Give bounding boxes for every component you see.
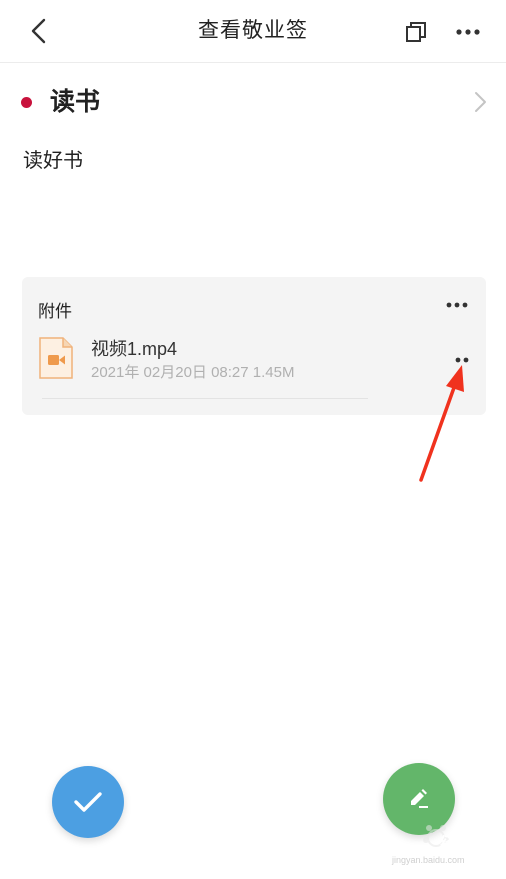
video-file-icon xyxy=(39,337,73,379)
watermark-text: 经验 xyxy=(440,835,473,852)
attachment-meta: 2021年 02月20日 08:27 1.45M xyxy=(91,364,295,381)
attachment-item[interactable]: 视频1.mp4 2021年 02月20日 08:27 1.45M xyxy=(22,329,486,389)
attachments-card: 附件 视频1.mp4 2021年 02月20日 08:27 1.45M xyxy=(22,277,486,415)
more-horizontal-icon xyxy=(446,302,468,308)
copy-icon xyxy=(406,22,426,42)
attachments-more-button[interactable] xyxy=(442,295,472,315)
category-dot xyxy=(21,97,32,108)
check-icon xyxy=(74,792,102,812)
page-title: 查看敬业签 xyxy=(198,19,308,42)
more-horizontal-icon xyxy=(456,29,480,35)
note-view-screen: 查看敬业签 读书 读好书 附件 视频1.mp4 2021年 02月20日 08:… xyxy=(0,0,506,879)
more-dots-icon xyxy=(455,357,469,363)
attachments-header: 附件 xyxy=(38,302,72,321)
header-bar: 查看敬业签 xyxy=(0,0,506,63)
note-body[interactable]: 读好书 xyxy=(23,146,83,176)
note-title-row[interactable]: 读书 xyxy=(0,80,506,126)
divider xyxy=(42,398,368,399)
chevron-right-icon xyxy=(475,92,486,112)
watermark-url: jingyan.baidu.com xyxy=(392,855,465,865)
note-title: 读书 xyxy=(50,88,101,116)
attachment-filename: 视频1.mp4 xyxy=(91,339,178,359)
attachment-more-button[interactable] xyxy=(450,351,474,369)
pencil-icon xyxy=(411,789,428,808)
copy-button[interactable] xyxy=(402,18,430,46)
more-options-button[interactable] xyxy=(453,18,483,46)
done-button[interactable] xyxy=(52,766,124,838)
